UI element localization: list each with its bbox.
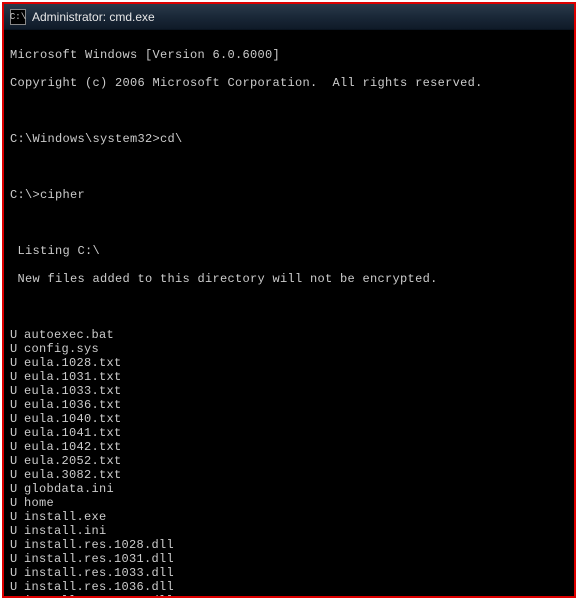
terminal-output[interactable]: Microsoft Windows [Version 6.0.6000] Cop…: [4, 30, 574, 596]
file-flag: U: [10, 482, 24, 496]
file-name: eula.1028.txt: [24, 356, 568, 370]
file-flag: U: [10, 440, 24, 454]
file-flag: U: [10, 454, 24, 468]
file-flag: U: [10, 580, 24, 594]
file-name: home: [24, 496, 568, 510]
file-flag: U: [10, 412, 24, 426]
file-name: eula.2052.txt: [24, 454, 568, 468]
file-row: Uautoexec.bat: [10, 328, 568, 342]
blank-line: [10, 160, 568, 174]
file-flag: U: [10, 356, 24, 370]
file-name: eula.1042.txt: [24, 440, 568, 454]
listing-note: New files added to this directory will n…: [10, 272, 568, 286]
file-name: eula.1031.txt: [24, 370, 568, 384]
file-name: install.res.1036.dll: [24, 580, 568, 594]
blank-line: [10, 104, 568, 118]
file-flag: U: [10, 426, 24, 440]
file-name: install.ini: [24, 524, 568, 538]
file-flag: U: [10, 552, 24, 566]
file-flag: U: [10, 524, 24, 538]
listing-header: Listing C:\: [10, 244, 568, 258]
file-flag: U: [10, 398, 24, 412]
file-name: install.res.1028.dll: [24, 538, 568, 552]
version-line: Microsoft Windows [Version 6.0.6000]: [10, 48, 568, 62]
blank-line: [10, 300, 568, 314]
file-row: Ueula.1040.txt: [10, 412, 568, 426]
file-row: Ueula.2052.txt: [10, 454, 568, 468]
file-name: eula.1041.txt: [24, 426, 568, 440]
file-name: install.res.1033.dll: [24, 566, 568, 580]
copyright-line: Copyright (c) 2006 Microsoft Corporation…: [10, 76, 568, 90]
file-flag: U: [10, 384, 24, 398]
file-row: Ueula.1036.txt: [10, 398, 568, 412]
file-listing: Uautoexec.batUconfig.sysUeula.1028.txtUe…: [10, 328, 568, 596]
file-row: Ueula.3082.txt: [10, 468, 568, 482]
file-flag: U: [10, 370, 24, 384]
titlebar[interactable]: C:\ Administrator: cmd.exe: [4, 4, 574, 30]
prompt-cd: C:\Windows\system32>cd\: [10, 132, 568, 146]
file-row: Ueula.1033.txt: [10, 384, 568, 398]
file-row: Uglobdata.ini: [10, 482, 568, 496]
file-flag: U: [10, 594, 24, 596]
file-row: Ueula.1031.txt: [10, 370, 568, 384]
file-flag: U: [10, 468, 24, 482]
file-row: Uinstall.res.1031.dll: [10, 552, 568, 566]
file-name: eula.3082.txt: [24, 468, 568, 482]
file-row: Uinstall.res.1036.dll: [10, 580, 568, 594]
file-name: globdata.ini: [24, 482, 568, 496]
file-row: Uinstall.ini: [10, 524, 568, 538]
file-name: eula.1036.txt: [24, 398, 568, 412]
file-row: Uinstall.res.1040.dll: [10, 594, 568, 596]
file-row: Uinstall.exe: [10, 510, 568, 524]
file-flag: U: [10, 538, 24, 552]
blank-line: [10, 216, 568, 230]
file-row: Uinstall.res.1033.dll: [10, 566, 568, 580]
file-row: Uinstall.res.1028.dll: [10, 538, 568, 552]
window-title: Administrator: cmd.exe: [32, 10, 155, 24]
file-name: autoexec.bat: [24, 328, 568, 342]
file-name: install.exe: [24, 510, 568, 524]
cmd-icon: C:\: [10, 9, 26, 25]
file-name: eula.1040.txt: [24, 412, 568, 426]
file-flag: U: [10, 328, 24, 342]
file-flag: U: [10, 342, 24, 356]
file-row: Uconfig.sys: [10, 342, 568, 356]
file-flag: U: [10, 496, 24, 510]
file-name: install.res.1031.dll: [24, 552, 568, 566]
file-flag: U: [10, 510, 24, 524]
file-row: Ueula.1028.txt: [10, 356, 568, 370]
file-row: Uhome: [10, 496, 568, 510]
file-row: Ueula.1041.txt: [10, 426, 568, 440]
prompt-cipher: C:\>cipher: [10, 188, 568, 202]
cmd-window: C:\ Administrator: cmd.exe Microsoft Win…: [2, 2, 576, 598]
file-name: eula.1033.txt: [24, 384, 568, 398]
file-name: install.res.1040.dll: [24, 594, 568, 596]
file-row: Ueula.1042.txt: [10, 440, 568, 454]
file-name: config.sys: [24, 342, 568, 356]
file-flag: U: [10, 566, 24, 580]
